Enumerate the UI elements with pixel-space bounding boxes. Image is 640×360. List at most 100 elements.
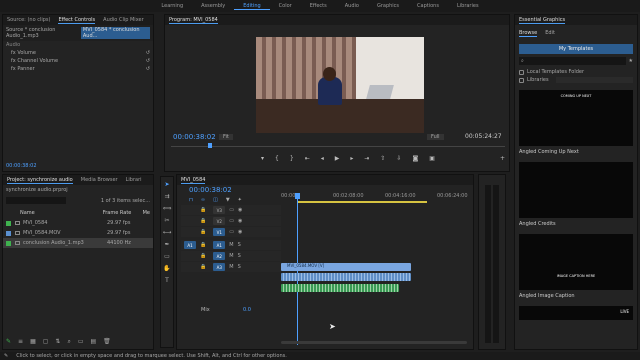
template-card[interactable]: LIVE xyxy=(519,306,633,320)
add-button-icon[interactable]: + xyxy=(500,155,505,162)
eye-icon[interactable]: ◉ xyxy=(238,229,242,235)
track-label[interactable]: A3 xyxy=(213,263,226,271)
star-icon[interactable]: ★ xyxy=(629,58,633,64)
workspace-tab[interactable]: Editing xyxy=(234,3,270,10)
program-title[interactable]: Program: MVI_0584 xyxy=(169,17,218,24)
track-header[interactable]: 🔒 A2 M S xyxy=(181,251,281,261)
list-item[interactable]: MVI_0584.MOV 29.97 fps xyxy=(3,228,153,238)
tab-libraries[interactable]: Librari xyxy=(126,177,142,183)
slip-tool-icon[interactable]: ⟷ xyxy=(163,229,172,236)
audio-clip-a1[interactable] xyxy=(281,273,411,281)
workspace-tab[interactable]: Effects xyxy=(301,3,336,9)
camera-icon[interactable]: ◙ xyxy=(412,155,418,162)
template-card[interactable]: IMAGE CAPTION HERE Angled Image Caption xyxy=(519,234,633,299)
mix-value[interactable]: 0.0 xyxy=(243,307,251,313)
track-header[interactable]: 🔒 V3 ▭ ◉ xyxy=(181,205,281,215)
rectangle-tool-icon[interactable]: ▭ xyxy=(164,253,170,260)
linked-select-icon[interactable]: ∞ xyxy=(201,197,205,203)
marker-icon[interactable]: ▾ xyxy=(261,155,264,162)
list-view-icon[interactable]: ≡ xyxy=(18,338,23,346)
snap-icon[interactable]: ⊓ xyxy=(189,197,193,203)
tab-browse[interactable]: Browse xyxy=(519,30,538,37)
workspace-tab[interactable]: Audio xyxy=(336,3,368,9)
source-patch[interactable]: A1 xyxy=(184,241,196,249)
extract-icon[interactable]: ⇩ xyxy=(396,155,401,162)
step-back-icon[interactable]: ◂ xyxy=(321,155,324,162)
selection-tool-icon[interactable]: ➤ xyxy=(164,181,169,188)
sync-icon[interactable]: ▭ xyxy=(229,218,234,224)
workspace-tab[interactable]: Captions xyxy=(408,3,448,9)
mark-in-icon[interactable]: { xyxy=(275,155,279,162)
video-clip[interactable]: MVI_0584.MOV [V] xyxy=(281,263,411,271)
list-item[interactable]: conclusion Audio_1.mp3 44100 Hz xyxy=(3,238,153,248)
tab-audio-clip-mixer[interactable]: Audio Clip Mixer xyxy=(103,17,143,23)
lock-icon[interactable]: 🔒 xyxy=(200,242,206,248)
workspace-tab[interactable]: Color xyxy=(270,3,301,9)
sequence-name[interactable]: MVI_0584 * conclusion Aud... xyxy=(80,27,150,39)
sort-icon[interactable]: ⇅ xyxy=(55,338,60,346)
track-label[interactable]: V1 xyxy=(213,228,226,236)
eg-title[interactable]: Essential Graphics xyxy=(519,17,566,24)
solo-icon[interactable]: S xyxy=(238,253,241,259)
workspace-tab[interactable]: Learning xyxy=(152,3,192,9)
pen-tool-icon[interactable]: ✒ xyxy=(164,241,169,248)
playhead-marker[interactable] xyxy=(208,143,212,148)
hand-tool-icon[interactable]: ✋ xyxy=(163,265,170,272)
my-templates-button[interactable]: My Templates xyxy=(519,44,633,54)
timeline-timecode[interactable]: 00:00:38:02 xyxy=(189,186,232,194)
trash-icon[interactable]: 🗑 xyxy=(103,338,111,346)
sync-icon[interactable]: ▭ xyxy=(229,229,234,235)
fit-dropdown[interactable]: Fit xyxy=(219,134,233,140)
icon-view-icon[interactable]: ▦ xyxy=(30,338,36,346)
type-tool-icon[interactable]: T xyxy=(165,277,169,284)
local-checkbox[interactable] xyxy=(519,69,524,75)
ripple-edit-icon[interactable]: ⟺ xyxy=(163,205,172,212)
mute-icon[interactable]: M xyxy=(229,253,233,259)
lift-icon[interactable]: ⇧ xyxy=(380,155,385,162)
solo-icon[interactable]: S xyxy=(238,264,241,270)
reset-icon[interactable]: ↺ xyxy=(146,66,150,72)
play-icon[interactable]: ▶ xyxy=(335,155,340,162)
effect-property[interactable]: fx Volume ↺ xyxy=(3,49,153,57)
workspace-tab[interactable]: Graphics xyxy=(368,3,408,9)
pencil-icon[interactable]: ✎ xyxy=(6,338,11,346)
mute-icon[interactable]: M xyxy=(229,242,233,248)
template-card[interactable]: COMING UP NEXT Angled Coming Up Next xyxy=(519,90,633,155)
workspace-tab[interactable]: Assembly xyxy=(192,3,234,9)
sync-icon[interactable]: ▭ xyxy=(229,207,234,213)
new-item-icon[interactable]: ▤ xyxy=(90,338,96,346)
col-frame-rate[interactable]: Frame Rate xyxy=(103,210,143,216)
effect-property[interactable]: fx Channel Volume ↺ xyxy=(3,57,153,65)
lock-icon[interactable]: 🔒 xyxy=(200,253,206,259)
libraries-checkbox[interactable] xyxy=(519,77,524,83)
track-label[interactable]: V3 xyxy=(213,206,226,214)
new-bin-icon[interactable]: ▭ xyxy=(78,338,84,346)
tab-media-browser[interactable]: Media Browser xyxy=(81,177,118,183)
tab-project[interactable]: Project: synchronize audio xyxy=(7,177,73,184)
razor-icon[interactable]: ✂ xyxy=(164,217,169,224)
list-item[interactable]: MVI_0584 29.97 fps xyxy=(3,218,153,228)
track-header[interactable]: 🔒 V1 ▭ ◉ xyxy=(181,227,281,237)
eye-icon[interactable]: ◉ xyxy=(238,218,242,224)
mute-icon[interactable]: M xyxy=(229,264,233,270)
horizontal-scrollbar[interactable] xyxy=(281,341,467,344)
track-label[interactable]: A2 xyxy=(213,252,226,260)
reset-icon[interactable]: ↺ xyxy=(146,50,150,56)
eg-search-input[interactable]: ⌕ xyxy=(519,57,626,65)
track-select-icon[interactable]: ⇉ xyxy=(164,193,169,200)
timeline-tab[interactable]: MVI_0584 xyxy=(181,177,206,184)
eye-icon[interactable]: ◉ xyxy=(238,207,242,213)
track-header[interactable]: A1 🔒 A1 M S xyxy=(181,240,281,250)
quality-dropdown[interactable]: Full xyxy=(427,134,444,140)
solo-icon[interactable]: S xyxy=(238,242,241,248)
audio-clip-a2[interactable] xyxy=(281,284,399,292)
freeform-view-icon[interactable]: ▢ xyxy=(43,338,49,346)
col-media[interactable]: Me xyxy=(143,210,150,216)
ec-timecode[interactable]: 00:00:38:02 xyxy=(6,163,37,169)
mark-out-icon[interactable]: } xyxy=(290,155,294,162)
workspace-tab[interactable]: Libraries xyxy=(448,3,488,9)
go-to-in-icon[interactable]: ⇤ xyxy=(305,155,310,162)
lock-icon[interactable]: 🔒 xyxy=(200,264,206,270)
lock-icon[interactable]: 🔒 xyxy=(200,207,206,213)
project-search-input[interactable] xyxy=(6,197,66,204)
